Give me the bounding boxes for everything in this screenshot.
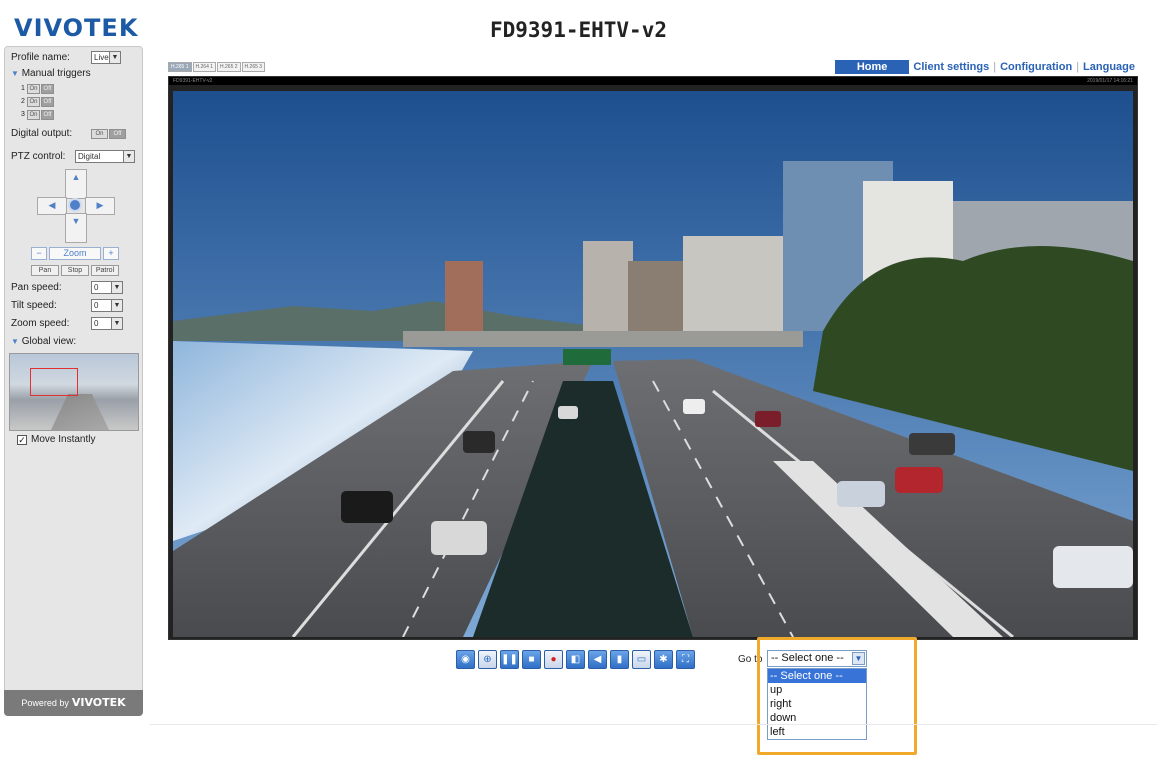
volume-icon[interactable]: ◧ <box>566 650 585 669</box>
pan-speed-label: Pan speed: <box>11 282 62 293</box>
move-instantly-checkbox[interactable]: ✓ <box>17 435 27 445</box>
stream-tabs: H.265 1 H.264 1 H.265 2 H.265 3 <box>168 62 266 72</box>
view-region-rectangle[interactable] <box>30 368 78 396</box>
global-view-thumbnail[interactable] <box>9 353 139 431</box>
car <box>837 481 885 507</box>
move-instantly-label: Move Instantly <box>31 434 96 445</box>
snapshot-icon[interactable]: ◉ <box>456 650 475 669</box>
trigger-index-1: 1 <box>21 85 25 92</box>
chevron-down-icon: ▼ <box>123 151 134 162</box>
global-view-toggle[interactable]: ▼ Global view: <box>11 335 76 349</box>
nav-language[interactable]: Language <box>1079 60 1139 74</box>
digital-output-label: Digital output: <box>11 128 73 139</box>
car <box>755 411 781 427</box>
digital-output-off[interactable]: Off <box>109 129 126 139</box>
global-view-road <box>50 394 110 430</box>
zoom-speed-select[interactable]: 0 ▼ <box>91 317 123 330</box>
tilt-down-button[interactable]: ▼ <box>65 213 87 243</box>
page-root: VIVOTEK FD9391-EHTV-v2 Profile name: Liv… <box>0 0 1157 757</box>
control-panel: Profile name: Live ▼ ▼ Manual triggers 1… <box>4 46 143 716</box>
pan-right-button[interactable]: ▶ <box>85 197 115 215</box>
car <box>341 491 393 523</box>
trigger-index-2: 2 <box>21 98 25 105</box>
zoom-speed-label: Zoom speed: <box>11 318 70 329</box>
road-sign <box>563 349 611 365</box>
car <box>463 431 495 453</box>
triangle-down-icon: ▼ <box>11 337 19 346</box>
live-video-frame: FD9391-EHTV-v2 2019/01/17 14:16:21 <box>168 76 1138 640</box>
pan-button[interactable]: Pan <box>31 265 59 276</box>
chevron-down-icon: ▼ <box>111 318 122 329</box>
stop-button[interactable]: Stop <box>61 265 89 276</box>
video-toolbar: ◉ ⊕ ❚❚ ■ ● ◧ ◀ ▮ ▭ ✱ ⛶ <box>456 650 695 670</box>
record-icon[interactable]: ● <box>544 650 563 669</box>
stop-icon[interactable]: ■ <box>522 650 541 669</box>
trigger-2-on[interactable]: On <box>27 97 40 107</box>
nav-configuration[interactable]: Configuration <box>996 60 1076 74</box>
chevron-down-icon: ▼ <box>111 282 122 293</box>
car <box>431 521 487 555</box>
tilt-speed-select[interactable]: 0 ▼ <box>91 299 123 312</box>
zoom-label: Zoom <box>49 247 101 260</box>
trigger-1-on[interactable]: On <box>27 84 40 94</box>
footer-divider <box>150 724 1157 725</box>
pause-icon[interactable]: ❚❚ <box>500 650 519 669</box>
trigger-3-on[interactable]: On <box>27 110 40 120</box>
nav-home[interactable]: Home <box>834 60 910 74</box>
car <box>895 467 943 493</box>
ptz-home-button[interactable] <box>68 198 82 212</box>
stream-tab-2[interactable]: H.264 1 <box>192 62 217 72</box>
manual-tracking-icon[interactable]: ✱ <box>654 650 673 669</box>
tilt-up-button[interactable]: ▲ <box>65 169 87 199</box>
car <box>683 399 705 414</box>
car <box>909 433 955 455</box>
highlight-box <box>757 637 917 755</box>
tower-mid <box>583 241 633 331</box>
powered-by-footer: Powered by VIVOTEK <box>4 690 143 716</box>
trigger-1-off[interactable]: Off <box>41 84 54 94</box>
tower-block <box>628 261 688 341</box>
digital-output-on[interactable]: On <box>91 129 108 139</box>
profile-name-label: Profile name: <box>11 52 70 63</box>
profile-select[interactable]: Live ▼ <box>91 51 121 64</box>
stream-tab-1[interactable]: H.265 1 <box>168 62 192 72</box>
digital-zoom-icon[interactable]: ⊕ <box>478 650 497 669</box>
nav-client-settings[interactable]: Client settings <box>909 60 993 74</box>
chevron-down-icon: ▼ <box>111 300 122 311</box>
chevron-down-icon: ▼ <box>109 52 120 63</box>
pan-left-button[interactable]: ◀ <box>37 197 67 215</box>
trigger-index-3: 3 <box>21 111 25 118</box>
trigger-3-off[interactable]: Off <box>41 110 54 120</box>
overpass <box>403 331 803 347</box>
tilt-speed-label: Tilt speed: <box>11 300 57 311</box>
pan-speed-select[interactable]: 0 ▼ <box>91 281 123 294</box>
triangle-down-icon: ▼ <box>11 69 19 78</box>
microphone-icon[interactable]: ▮ <box>610 650 629 669</box>
fullscreen-icon[interactable]: ⛶ <box>676 650 695 669</box>
trigger-2-off[interactable]: Off <box>41 97 54 107</box>
top-navigation: Home Client settings | Configuration | L… <box>834 60 1139 74</box>
zoom-out-button[interactable]: − <box>31 247 47 260</box>
speaker-icon[interactable]: ◀ <box>588 650 607 669</box>
ptz-control-select[interactable]: Digital ▼ <box>75 150 135 163</box>
car <box>558 406 578 419</box>
live-video-view[interactable] <box>173 91 1133 637</box>
manual-triggers-toggle[interactable]: ▼ Manual triggers <box>11 67 91 81</box>
video-info-bar: FD9391-EHTV-v2 2019/01/17 14:16:21 <box>169 77 1137 85</box>
video-timestamp: 2019/01/17 14:16:21 <box>1087 78 1133 84</box>
car <box>1053 546 1133 588</box>
tower-left <box>445 261 483 331</box>
page-title: FD9391-EHTV-v2 <box>489 18 667 42</box>
ptz-control-label: PTZ control: <box>11 151 66 162</box>
stream-tab-3[interactable]: H.265 2 <box>217 62 241 72</box>
patrol-button[interactable]: Patrol <box>91 265 119 276</box>
office-block <box>683 236 783 336</box>
stream-tab-4[interactable]: H.265 3 <box>241 62 266 72</box>
video-overlay-name: FD9391-EHTV-v2 <box>173 78 213 84</box>
zoom-in-button[interactable]: + <box>103 247 119 260</box>
talk-icon[interactable]: ▭ <box>632 650 651 669</box>
